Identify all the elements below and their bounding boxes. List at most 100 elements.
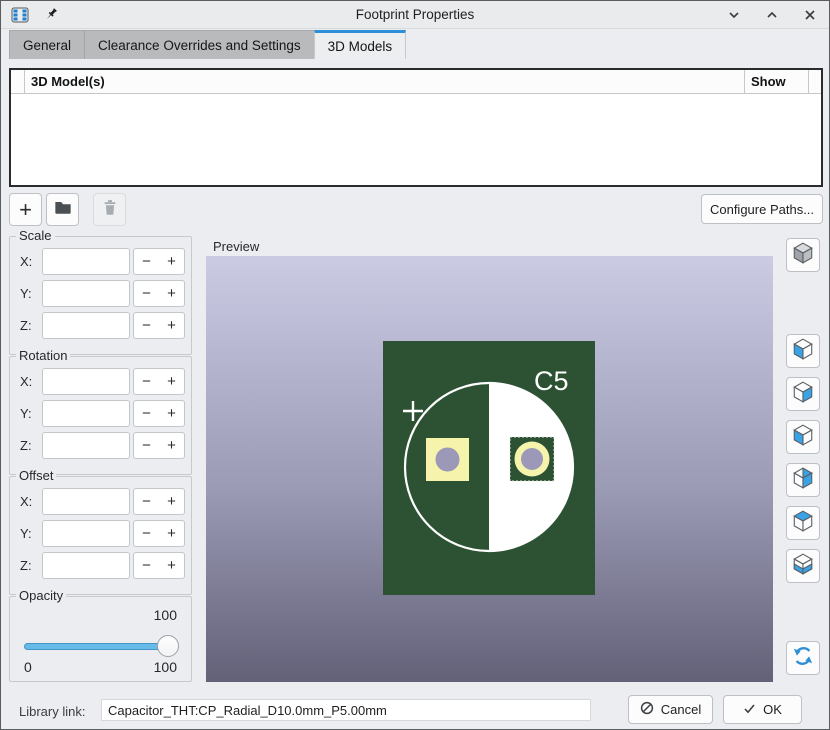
tab-clearance-overrides[interactable]: Clearance Overrides and Settings [85, 30, 314, 59]
rotation-group: Rotation X: − + Y: − + Z: [9, 356, 192, 475]
opacity-slider[interactable] [24, 635, 177, 657]
ok-button[interactable]: OK [723, 695, 802, 724]
view-left-cube-icon [791, 337, 815, 366]
minus-button[interactable]: − [134, 369, 159, 394]
delete-model-button[interactable] [93, 193, 126, 226]
plus-button[interactable]: + [159, 313, 184, 338]
add-model-button[interactable]: + [9, 193, 42, 226]
plus-button[interactable]: + [159, 553, 184, 578]
reload-preview-button[interactable] [786, 641, 820, 675]
isometric-cube-icon [791, 241, 815, 270]
view-right-button[interactable] [786, 377, 820, 411]
plus-button[interactable]: + [159, 489, 184, 514]
ok-label: OK [763, 702, 782, 717]
offset-y-spinner: − + [133, 520, 185, 547]
plus-button[interactable]: + [159, 433, 184, 458]
preview-3d-viewport[interactable]: C5 [206, 256, 773, 682]
plus-button[interactable]: + [159, 521, 184, 546]
opacity-group: Opacity 100 0 100 [9, 596, 192, 682]
offset-z-input[interactable] [42, 552, 130, 579]
rotation-y-label: Y: [20, 406, 42, 421]
plus-button[interactable]: + [159, 369, 184, 394]
tab-general[interactable]: General [9, 30, 85, 59]
pad-1-hole [436, 448, 460, 472]
opacity-slider-thumb[interactable] [157, 635, 179, 657]
rotation-z-label: Z: [20, 438, 42, 453]
scale-y-input[interactable] [42, 280, 130, 307]
configure-paths-label: Configure Paths... [710, 202, 814, 217]
refresh-icon [791, 644, 815, 673]
minus-button[interactable]: − [134, 521, 159, 546]
offset-y-row: Y: − + [16, 517, 185, 549]
offset-z-row: Z: − + [16, 549, 185, 581]
chevron-down-icon[interactable] [725, 6, 743, 24]
view-front-button[interactable] [786, 420, 820, 454]
rotation-z-input[interactable] [42, 432, 130, 459]
offset-y-input[interactable] [42, 520, 130, 547]
view-back-cube-icon [791, 466, 815, 495]
opacity-max-label: 100 [154, 659, 177, 675]
library-link-label: Library link: [19, 704, 85, 719]
offset-x-input[interactable] [42, 488, 130, 515]
view-back-button[interactable] [786, 463, 820, 497]
library-link-field [101, 699, 591, 721]
view-top-button[interactable] [786, 506, 820, 540]
offset-y-label: Y: [20, 526, 42, 541]
tab-3d-models[interactable]: 3D Models [314, 30, 407, 59]
offset-z-label: Z: [20, 558, 42, 573]
minus-button[interactable]: − [134, 401, 159, 426]
models-table-header: 3D Model(s) Show [11, 70, 821, 94]
scale-x-input[interactable] [42, 248, 130, 275]
view-isometric-button[interactable] [786, 238, 820, 272]
close-icon[interactable] [801, 6, 819, 24]
rotation-x-input[interactable] [42, 368, 130, 395]
folder-icon [54, 199, 72, 220]
rotation-x-label: X: [20, 374, 42, 389]
rotation-x-row: X: − + [16, 365, 185, 397]
view-left-button[interactable] [786, 334, 820, 368]
view-front-cube-icon [791, 423, 815, 452]
configure-paths-button[interactable]: Configure Paths... [701, 194, 823, 224]
scale-y-label: Y: [20, 286, 42, 301]
rotation-y-spinner: − + [133, 400, 185, 427]
window-title: Footprint Properties [1, 7, 829, 22]
view-bottom-cube-icon [791, 552, 815, 581]
offset-group: Offset X: − + Y: − + Z: [9, 476, 192, 595]
plus-button[interactable]: + [159, 281, 184, 306]
trash-icon [102, 199, 118, 221]
minus-button[interactable]: − [134, 281, 159, 306]
models-table-header-tail [809, 70, 821, 94]
minus-button[interactable]: − [134, 313, 159, 338]
tab-general-label: General [23, 38, 71, 53]
models-table[interactable]: 3D Model(s) Show [9, 68, 823, 187]
view-bottom-button[interactable] [786, 549, 820, 583]
tab-3d-models-label: 3D Models [328, 39, 393, 54]
models-table-column-model: 3D Model(s) [25, 70, 745, 94]
cancel-button[interactable]: Cancel [628, 695, 713, 724]
models-table-corner-cell [11, 70, 25, 94]
minus-button[interactable]: − [134, 433, 159, 458]
plus-button[interactable]: + [159, 249, 184, 274]
rotation-y-input[interactable] [42, 400, 130, 427]
scale-x-spinner: − + [133, 248, 185, 275]
scale-z-input[interactable] [42, 312, 130, 339]
models-table-body[interactable] [11, 94, 821, 185]
models-table-column-show: Show [745, 70, 809, 94]
plus-button[interactable]: + [159, 401, 184, 426]
minus-button[interactable]: − [134, 249, 159, 274]
plus-icon: + [19, 197, 32, 223]
offset-group-title: Offset [16, 468, 56, 483]
opacity-group-title: Opacity [16, 588, 66, 603]
chevron-up-icon[interactable] [763, 6, 781, 24]
view-top-cube-icon [791, 509, 815, 538]
opacity-slider-track[interactable] [24, 643, 177, 650]
offset-z-spinner: − + [133, 552, 185, 579]
offset-x-spinner: − + [133, 488, 185, 515]
minus-button[interactable]: − [134, 489, 159, 514]
scale-group: Scale X: − + Y: − + Z: [9, 236, 192, 355]
browse-model-button[interactable] [46, 193, 79, 226]
preview-label: Preview [213, 239, 259, 254]
titlebar: Footprint Properties [1, 1, 829, 29]
rotation-z-row: Z: − + [16, 429, 185, 461]
minus-button[interactable]: − [134, 553, 159, 578]
